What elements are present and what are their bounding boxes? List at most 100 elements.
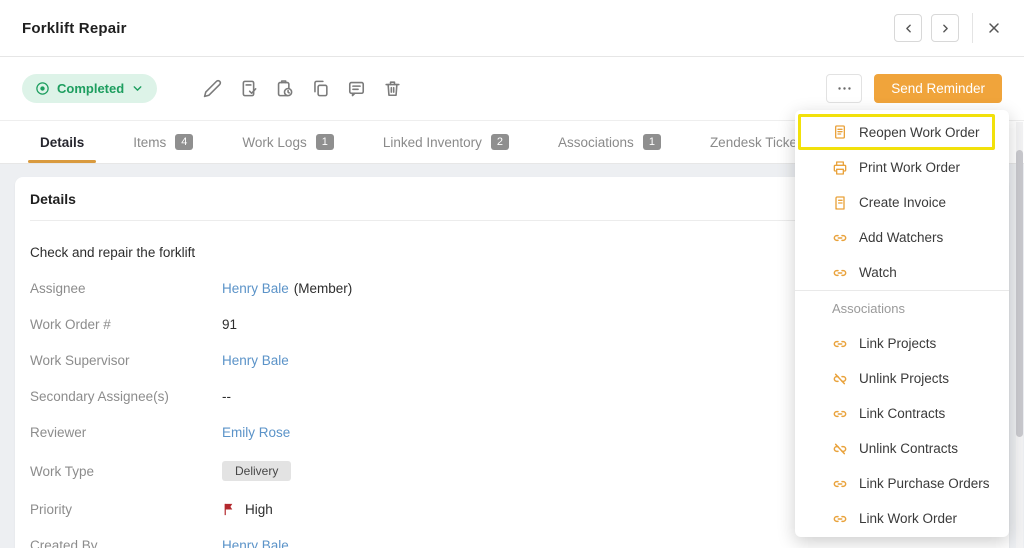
field-label: Created By bbox=[30, 538, 222, 548]
work-type-chip: Delivery bbox=[222, 461, 291, 481]
window-header: Forklift Repair bbox=[0, 0, 1024, 57]
field-row-created-by: Created By Henry Bale bbox=[30, 538, 994, 548]
work-supervisor-link[interactable]: Henry Bale bbox=[222, 353, 289, 368]
menu-item-label: Link Projects bbox=[859, 336, 936, 351]
page-title: Forklift Repair bbox=[22, 20, 127, 37]
field-label: Priority bbox=[30, 502, 222, 517]
menu-item-unlink-contracts[interactable]: Unlink Contracts bbox=[795, 431, 1009, 466]
menu-section-associations: Associations bbox=[795, 291, 1009, 326]
menu-item-watch[interactable]: Watch bbox=[795, 255, 1009, 290]
tab-count-badge: 2 bbox=[491, 134, 509, 150]
copy-button[interactable] bbox=[309, 77, 333, 101]
more-actions-menu: Reopen Work Order Print Work Order Creat… bbox=[795, 110, 1009, 537]
link-icon bbox=[832, 265, 848, 281]
close-button[interactable] bbox=[986, 20, 1002, 36]
menu-item-label: Link Purchase Orders bbox=[859, 476, 990, 491]
link-icon bbox=[832, 230, 848, 246]
field-label: Work Order # bbox=[30, 317, 222, 332]
schedule-icon bbox=[275, 79, 294, 98]
menu-item-unlink-projects[interactable]: Unlink Projects bbox=[795, 361, 1009, 396]
menu-item-label: Unlink Projects bbox=[859, 371, 949, 386]
flag-icon bbox=[222, 502, 237, 517]
tab-label: Associations bbox=[558, 135, 634, 150]
status-circle-icon bbox=[35, 81, 50, 96]
menu-item-label: Watch bbox=[859, 265, 897, 280]
field-label: Work Type bbox=[30, 464, 222, 479]
invoice-icon bbox=[832, 195, 848, 211]
comment-icon bbox=[347, 79, 366, 98]
menu-item-label: Print Work Order bbox=[859, 160, 960, 175]
tab-label: Items bbox=[133, 135, 166, 150]
status-label: Completed bbox=[57, 81, 124, 96]
tab-count-badge: 4 bbox=[175, 134, 193, 150]
work-order-detail-screen: Forklift Repair Completed bbox=[0, 0, 1024, 548]
tab-label: Details bbox=[40, 135, 84, 150]
tab-details[interactable]: Details bbox=[28, 121, 96, 163]
assignee-role: (Member) bbox=[294, 281, 353, 296]
link-icon bbox=[832, 336, 848, 352]
send-reminder-button[interactable]: Send Reminder bbox=[874, 74, 1002, 103]
chevron-left-icon bbox=[902, 22, 915, 35]
tab-associations[interactable]: Associations 1 bbox=[546, 121, 673, 163]
tab-linked-inventory[interactable]: Linked Inventory 2 bbox=[371, 121, 521, 163]
created-by-link[interactable]: Henry Bale bbox=[222, 538, 289, 548]
menu-item-reopen-work-order[interactable]: Reopen Work Order bbox=[801, 117, 992, 147]
menu-item-label: Link Work Order bbox=[859, 511, 957, 526]
reviewer-link[interactable]: Emily Rose bbox=[222, 425, 290, 440]
field-label: Secondary Assignee(s) bbox=[30, 389, 222, 404]
work-order-number: 91 bbox=[222, 317, 237, 332]
secondary-assignees-value: -- bbox=[222, 389, 231, 404]
link-icon bbox=[832, 406, 848, 422]
tab-items[interactable]: Items 4 bbox=[121, 121, 205, 163]
tab-count-badge: 1 bbox=[643, 134, 661, 150]
tab-label: Zendesk Tickets bbox=[710, 135, 808, 150]
printer-icon bbox=[832, 160, 848, 176]
link-icon bbox=[832, 511, 848, 527]
task-check-button[interactable] bbox=[237, 77, 261, 101]
tab-work-logs[interactable]: Work Logs 1 bbox=[230, 121, 345, 163]
menu-item-print-work-order[interactable]: Print Work Order bbox=[795, 150, 1009, 185]
schedule-button[interactable] bbox=[273, 77, 297, 101]
menu-item-create-invoice[interactable]: Create Invoice bbox=[795, 185, 1009, 220]
comment-button[interactable] bbox=[345, 77, 369, 101]
menu-item-label: Add Watchers bbox=[859, 230, 943, 245]
field-label: Work Supervisor bbox=[30, 353, 222, 368]
tab-label: Work Logs bbox=[242, 135, 306, 150]
more-actions-button[interactable] bbox=[826, 74, 862, 103]
menu-item-link-contracts[interactable]: Link Contracts bbox=[795, 396, 1009, 431]
annotation-highlight-box: Reopen Work Order bbox=[798, 114, 995, 150]
menu-item-label: Unlink Contracts bbox=[859, 441, 958, 456]
chevron-right-icon bbox=[939, 22, 952, 35]
delete-button[interactable] bbox=[381, 77, 405, 101]
priority-value: High bbox=[222, 502, 273, 517]
header-actions bbox=[894, 13, 1002, 43]
ellipsis-icon bbox=[836, 80, 853, 97]
field-label: Assignee bbox=[30, 281, 222, 296]
tab-label: Linked Inventory bbox=[383, 135, 482, 150]
delete-icon bbox=[383, 79, 402, 98]
menu-item-link-work-order[interactable]: Link Work Order bbox=[795, 501, 1009, 536]
tab-count-badge: 1 bbox=[316, 134, 334, 150]
chevron-down-icon bbox=[131, 82, 144, 95]
menu-item-label: Reopen Work Order bbox=[859, 125, 980, 140]
menu-item-label: Link Contracts bbox=[859, 406, 945, 421]
header-divider bbox=[972, 13, 973, 43]
menu-item-link-purchase-orders[interactable]: Link Purchase Orders bbox=[795, 466, 1009, 501]
toolbar-icons bbox=[201, 77, 405, 101]
menu-item-add-watchers[interactable]: Add Watchers bbox=[795, 220, 1009, 255]
scrollbar-thumb[interactable] bbox=[1016, 150, 1023, 437]
copy-icon bbox=[311, 79, 330, 98]
link-icon bbox=[832, 476, 848, 492]
assignee-link[interactable]: Henry Bale bbox=[222, 281, 289, 296]
priority-label: High bbox=[245, 502, 273, 517]
edit-button[interactable] bbox=[201, 77, 225, 101]
status-dropdown[interactable]: Completed bbox=[22, 74, 157, 103]
previous-record-button[interactable] bbox=[894, 14, 922, 42]
menu-item-label: Create Invoice bbox=[859, 195, 946, 210]
task-check-icon bbox=[239, 79, 258, 98]
menu-item-link-projects[interactable]: Link Projects bbox=[795, 326, 1009, 361]
edit-icon bbox=[203, 79, 222, 98]
next-record-button[interactable] bbox=[931, 14, 959, 42]
close-icon bbox=[986, 20, 1002, 36]
field-label: Reviewer bbox=[30, 425, 222, 440]
